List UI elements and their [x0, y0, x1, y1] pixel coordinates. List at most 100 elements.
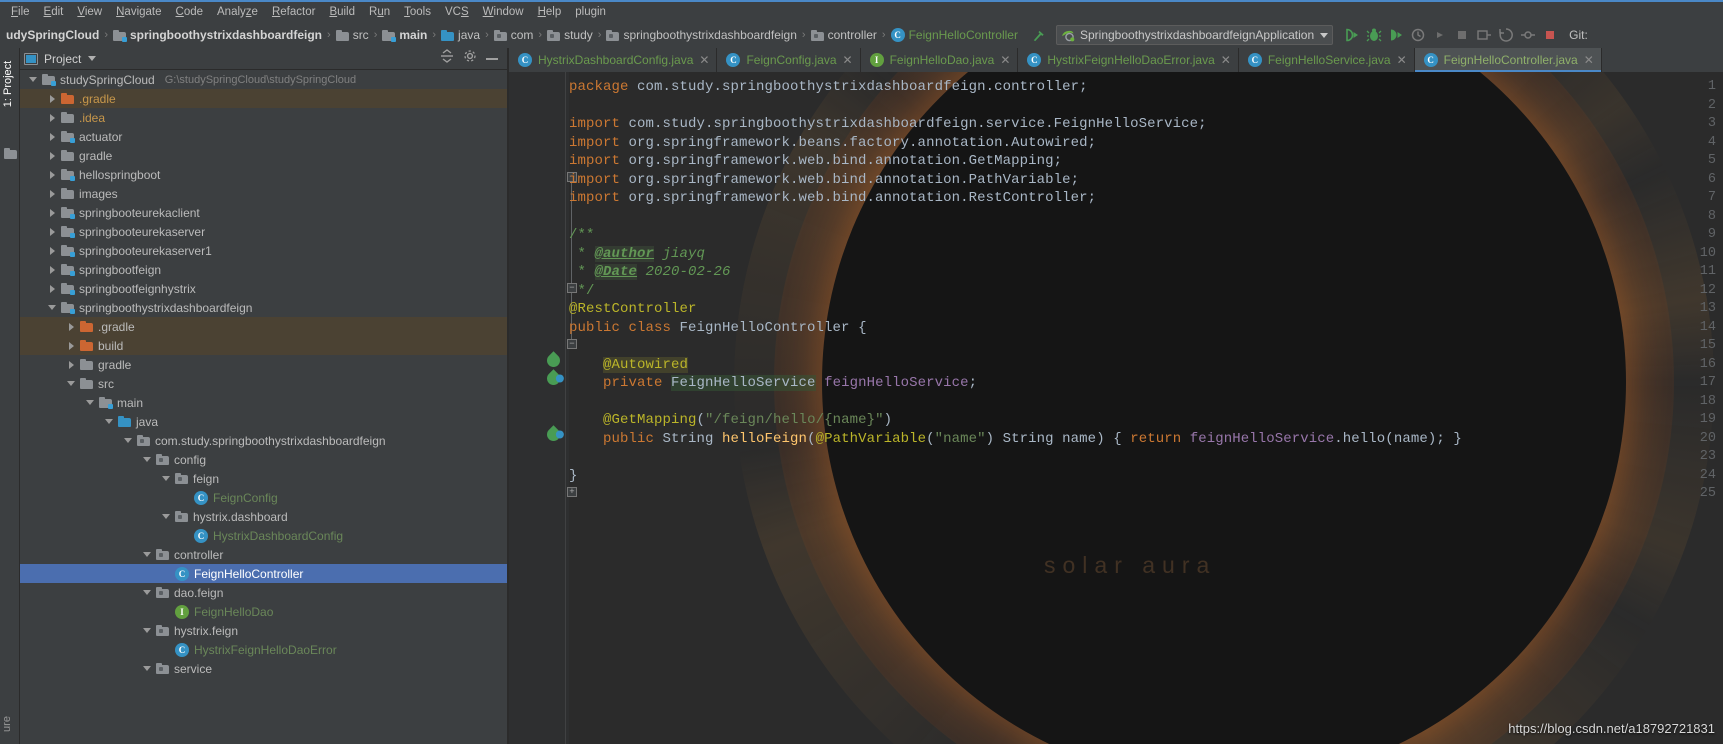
tree-node--gradle[interactable]: .gradle [20, 317, 508, 336]
chevron-down-icon[interactable] [47, 302, 58, 313]
tree-node--gradle[interactable]: .gradle [20, 89, 508, 108]
chevron-right-icon[interactable] [47, 264, 58, 275]
close-icon[interactable]: ✕ [1221, 54, 1231, 66]
editor-tab-feignhelloservice[interactable]: C FeignHelloService.java ✕ [1239, 48, 1415, 72]
breadcrumb-item-main[interactable]: main [382, 28, 427, 42]
run-configuration-selector[interactable]: SpringboothystrixdashboardfeignApplicati… [1055, 25, 1334, 45]
breadcrumb-item-springboothystrixdashboardfeign[interactable]: springboothystrixdashboardfeign [606, 28, 797, 42]
tree-node--idea[interactable]: .idea [20, 108, 508, 127]
tree-node-springbootfeign[interactable]: springbootfeign [20, 260, 508, 279]
editor-tab-hystrixdashboardconfig[interactable]: C HystrixDashboardConfig.java ✕ [509, 48, 718, 72]
run-icon[interactable] [1341, 25, 1363, 45]
tree-node-springboothystrixdashboardfeign[interactable]: springboothystrixdashboardfeign [20, 298, 508, 317]
tree-node-hellospringboot[interactable]: hellospringboot [20, 165, 508, 184]
tree-node-springbooteurekaserver1[interactable]: springbooteurekaserver1 [20, 241, 508, 260]
tree-node-springbooteurekaclient[interactable]: springbooteurekaclient [20, 203, 508, 222]
tree-node-controller[interactable]: controller [20, 545, 508, 564]
chevron-right-icon[interactable] [47, 150, 58, 161]
menu-item-vcs[interactable]: VCS [438, 2, 476, 22]
breadcrumb-item-study[interactable]: study [547, 28, 593, 42]
settings-gear-icon[interactable] [463, 49, 477, 68]
menu-item-plugin[interactable]: plugin [568, 2, 613, 22]
editor-tab-feignconfig[interactable]: C FeignConfig.java ✕ [717, 48, 861, 72]
tree-node-build[interactable]: build [20, 336, 508, 355]
debug-icon[interactable] [1363, 25, 1385, 45]
breadcrumb-item-java[interactable]: java [441, 28, 480, 42]
chevron-down-icon[interactable] [142, 663, 153, 674]
tree-node-actuator[interactable]: actuator [20, 127, 508, 146]
collapse-all-icon[interactable] [440, 49, 454, 68]
attach-process-icon[interactable] [1473, 25, 1495, 45]
chevron-right-icon[interactable] [47, 283, 58, 294]
tree-node-feignconfig[interactable]: C FeignConfig [20, 488, 508, 507]
rerun-icon[interactable] [1429, 25, 1451, 45]
menu-item-window[interactable]: Window [476, 2, 531, 22]
menu-item-refactor[interactable]: Refactor [265, 2, 322, 22]
run-with-coverage-icon[interactable] [1385, 25, 1407, 45]
chevron-right-icon[interactable] [47, 112, 58, 123]
spring-bean-gutter-icon[interactable] [544, 369, 564, 388]
chevron-right-icon[interactable] [47, 131, 58, 142]
editor-tab-feignhellodao[interactable]: I FeignHelloDao.java ✕ [861, 48, 1019, 72]
spring-bean-gutter-icon[interactable] [544, 351, 563, 370]
close-icon[interactable]: ✕ [1397, 54, 1407, 66]
tree-node-springbooteurekaserver[interactable]: springbooteurekaserver [20, 222, 508, 241]
chevron-right-icon[interactable] [66, 321, 77, 332]
menu-item-tools[interactable]: Tools [397, 2, 438, 22]
close-icon[interactable]: ✕ [843, 54, 853, 66]
menu-item-file[interactable]: File [4, 2, 37, 22]
project-tree[interactable]: studySpringCloud G:\studySpringCloud\stud… [20, 70, 508, 744]
code-editor[interactable]: solar aura − − − + 1 package com.study.s… [509, 72, 1723, 744]
chevron-down-icon[interactable] [123, 435, 134, 446]
tree-node-hystrix-feign[interactable]: hystrix.feign [20, 621, 508, 640]
tree-node-springbootfeignhystrix[interactable]: springbootfeignhystrix [20, 279, 508, 298]
tree-node-gradle[interactable]: gradle [20, 355, 508, 374]
chevron-down-icon[interactable] [28, 74, 39, 85]
breadcrumb-item-springboothystrixdashboardfeign[interactable]: springboothystrixdashboardfeign [113, 28, 322, 42]
close-icon[interactable]: ✕ [1584, 54, 1594, 66]
breadcrumb-item-udyspringcloud[interactable]: udySpringCloud [2, 28, 99, 42]
tree-node-feignhellocontroller[interactable]: C FeignHelloController [20, 564, 508, 583]
close-icon[interactable]: ✕ [699, 54, 709, 66]
tree-node-hystrixdashboardconfig[interactable]: C HystrixDashboardConfig [20, 526, 508, 545]
chevron-right-icon[interactable] [66, 359, 77, 370]
stop-icon[interactable] [1451, 25, 1473, 45]
tree-node-studyspringcloud[interactable]: studySpringCloud G:\studySpringCloud\stud… [20, 70, 508, 89]
tool-window-button-structure[interactable]: ure [1, 697, 21, 744]
hide-panel-icon[interactable] [486, 57, 498, 60]
chevron-down-icon[interactable] [161, 511, 172, 522]
breadcrumb-item-com[interactable]: com [493, 28, 533, 42]
tree-node-feignhellodao[interactable]: I FeignHelloDao [20, 602, 508, 621]
breadcrumb-item-controller[interactable]: controller [810, 28, 877, 42]
chevron-right-icon[interactable] [66, 340, 77, 351]
chevron-down-icon[interactable] [85, 397, 96, 408]
menu-item-help[interactable]: Help [531, 2, 569, 22]
chevron-right-icon[interactable] [47, 207, 58, 218]
tree-node-java[interactable]: java [20, 412, 508, 431]
breadcrumb-item-feignhellocontroller[interactable]: C FeignHelloController [890, 28, 1018, 42]
structure-folder-icon[interactable] [4, 148, 17, 159]
editor-tab-feignhellocontroller[interactable]: C FeignHelloController.java ✕ [1414, 48, 1602, 72]
chevron-right-icon[interactable] [47, 245, 58, 256]
breadcrumb-item-src[interactable]: src [335, 28, 369, 42]
chevron-down-icon[interactable] [104, 416, 115, 427]
editor-gutter[interactable] [509, 72, 569, 744]
commit-icon[interactable] [1517, 25, 1539, 45]
chevron-down-icon[interactable] [1320, 32, 1329, 38]
chevron-right-icon[interactable] [47, 226, 58, 237]
menu-item-build[interactable]: Build [322, 2, 362, 22]
tree-node-hystrixfeignhellodaoerror[interactable]: C HystrixFeignHelloDaoError [20, 640, 508, 659]
tree-node-hystrix-dashboard[interactable]: hystrix.dashboard [20, 507, 508, 526]
tree-node-gradle[interactable]: gradle [20, 146, 508, 165]
chevron-down-icon[interactable] [142, 549, 153, 560]
chevron-down-icon[interactable] [161, 473, 172, 484]
chevron-down-icon[interactable] [88, 56, 97, 61]
menu-item-code[interactable]: Code [169, 2, 211, 22]
chevron-right-icon[interactable] [47, 93, 58, 104]
fold-marker-javadoc-end[interactable]: − [567, 339, 577, 349]
tree-node-com-study-springboothystrixdashboardfeign[interactable]: com.study.springboothystrixdashboardfeig… [20, 431, 508, 450]
menu-item-analyze[interactable]: Analyze [210, 2, 265, 22]
tree-node-images[interactable]: images [20, 184, 508, 203]
tree-node-dao-feign[interactable]: dao.feign [20, 583, 508, 602]
chevron-down-icon[interactable] [66, 378, 77, 389]
